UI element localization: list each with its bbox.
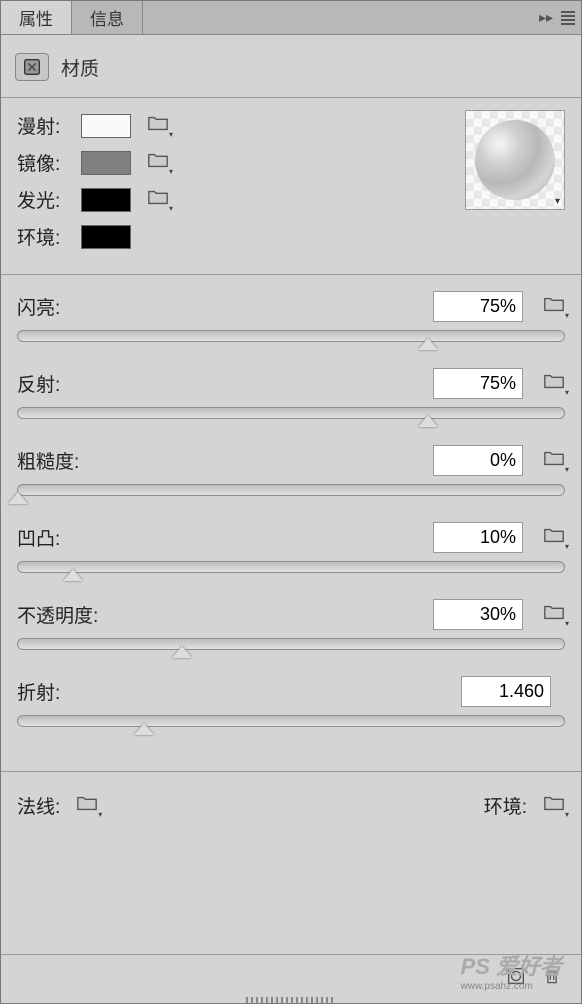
roughness-input[interactable] [433,445,523,476]
illumination-row: 发光: ▾ [17,186,169,213]
refraction-input[interactable] [461,676,551,707]
shine-input[interactable] [433,291,523,322]
opacity-group: 不透明度: ▾ [17,599,565,650]
roughness-thumb[interactable] [7,492,29,506]
opacity-input[interactable] [433,599,523,630]
refraction-label: 折射: [17,678,60,705]
shine-thumb[interactable] [417,338,439,352]
diffuse-label: 漫射: [17,112,71,139]
specular-row: 镜像: ▾ [17,149,169,176]
illumination-folder-icon[interactable]: ▾ [147,188,169,211]
tab-info[interactable]: 信息 [72,1,143,34]
bump-slider[interactable] [17,561,565,573]
opacity-label: 不透明度: [17,601,98,628]
shine-group: 闪亮: ▾ [17,291,565,342]
diffuse-swatch[interactable] [81,114,131,138]
normal-label: 法线: [17,792,60,819]
reflection-slider[interactable] [17,407,565,419]
bump-thumb[interactable] [62,569,84,583]
reflection-input[interactable] [433,368,523,399]
specular-folder-icon[interactable]: ▾ [147,151,169,174]
panel-menu-icon[interactable] [561,11,575,25]
ambient-row: 环境: [17,223,169,250]
bump-folder-icon[interactable]: ▾ [543,526,565,549]
opacity-folder-icon[interactable]: ▾ [543,603,565,626]
opacity-thumb[interactable] [171,646,193,660]
bump-input[interactable] [433,522,523,553]
reflection-group: 反射: ▾ [17,368,565,419]
material-icon [15,53,49,81]
specular-label: 镜像: [17,149,71,176]
ambient-swatch[interactable] [81,225,131,249]
bump-label: 凹凸: [17,524,60,551]
tab-properties[interactable]: 属性 [1,1,72,34]
collapse-icon[interactable]: ▸▸ [539,9,553,26]
sphere-icon [475,120,555,200]
roughness-folder-icon[interactable]: ▾ [543,449,565,472]
shine-label: 闪亮: [17,293,60,320]
ambient-label: 环境: [17,223,71,250]
opacity-slider[interactable] [17,638,565,650]
reflection-label: 反射: [17,370,60,397]
shine-slider[interactable] [17,330,565,342]
panel-title: 材质 [61,54,99,81]
refraction-thumb[interactable] [133,723,155,737]
roughness-group: 粗糙度: ▾ [17,445,565,496]
roughness-slider[interactable] [17,484,565,496]
refraction-group: 折射: [17,676,565,727]
reflection-thumb[interactable] [417,415,439,429]
tabs-bar: 属性 信息 ▸▸ [1,1,581,35]
material-preview[interactable]: ▾ [465,110,565,210]
resize-grip[interactable] [246,997,336,1003]
reflection-folder-icon[interactable]: ▾ [543,372,565,395]
diffuse-row: 漫射: ▾ [17,112,169,139]
illumination-label: 发光: [17,186,71,213]
panel-title-row: 材质 [1,35,581,87]
bump-group: 凹凸: ▾ [17,522,565,573]
diffuse-folder-icon[interactable]: ▾ [147,114,169,137]
environment-folder-icon[interactable]: ▾ [543,794,565,817]
shine-folder-icon[interactable]: ▾ [543,295,565,318]
illumination-swatch[interactable] [81,188,131,212]
roughness-label: 粗糙度: [17,447,79,474]
refraction-slider[interactable] [17,715,565,727]
watermark-bottom: PS 爱好者 www.psahz.com [461,949,562,992]
normal-folder-icon[interactable]: ▾ [76,794,98,817]
environment-label: 环境: [484,792,527,819]
specular-swatch[interactable] [81,151,131,175]
